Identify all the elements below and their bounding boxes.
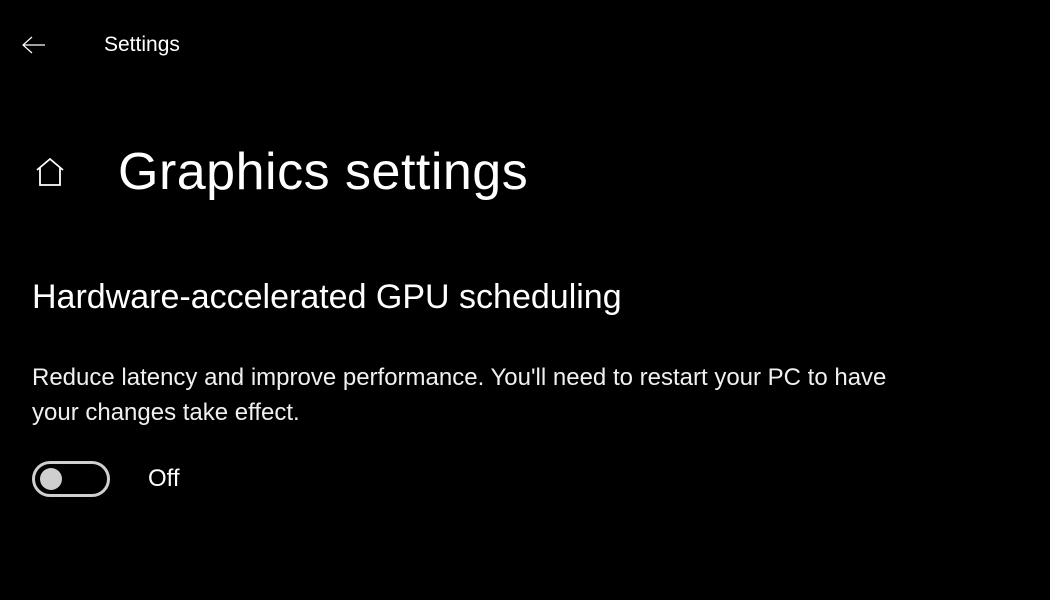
gpu-scheduling-section: Hardware-accelerated GPU scheduling Redu… (0, 278, 1050, 497)
page-header: Graphics settings (0, 142, 1050, 202)
title-bar: Settings (0, 0, 1050, 70)
app-title: Settings (104, 33, 180, 57)
back-arrow-icon (21, 34, 47, 56)
gpu-scheduling-toggle[interactable] (32, 461, 110, 497)
section-heading: Hardware-accelerated GPU scheduling (32, 278, 1050, 317)
toggle-row: Off (32, 461, 1050, 497)
section-description: Reduce latency and improve performance. … (32, 361, 932, 431)
home-button[interactable] (30, 155, 70, 189)
home-icon (33, 155, 67, 189)
toggle-knob (40, 468, 62, 490)
page-title: Graphics settings (118, 142, 528, 202)
back-button[interactable] (14, 34, 54, 56)
toggle-state-label: Off (148, 465, 180, 493)
